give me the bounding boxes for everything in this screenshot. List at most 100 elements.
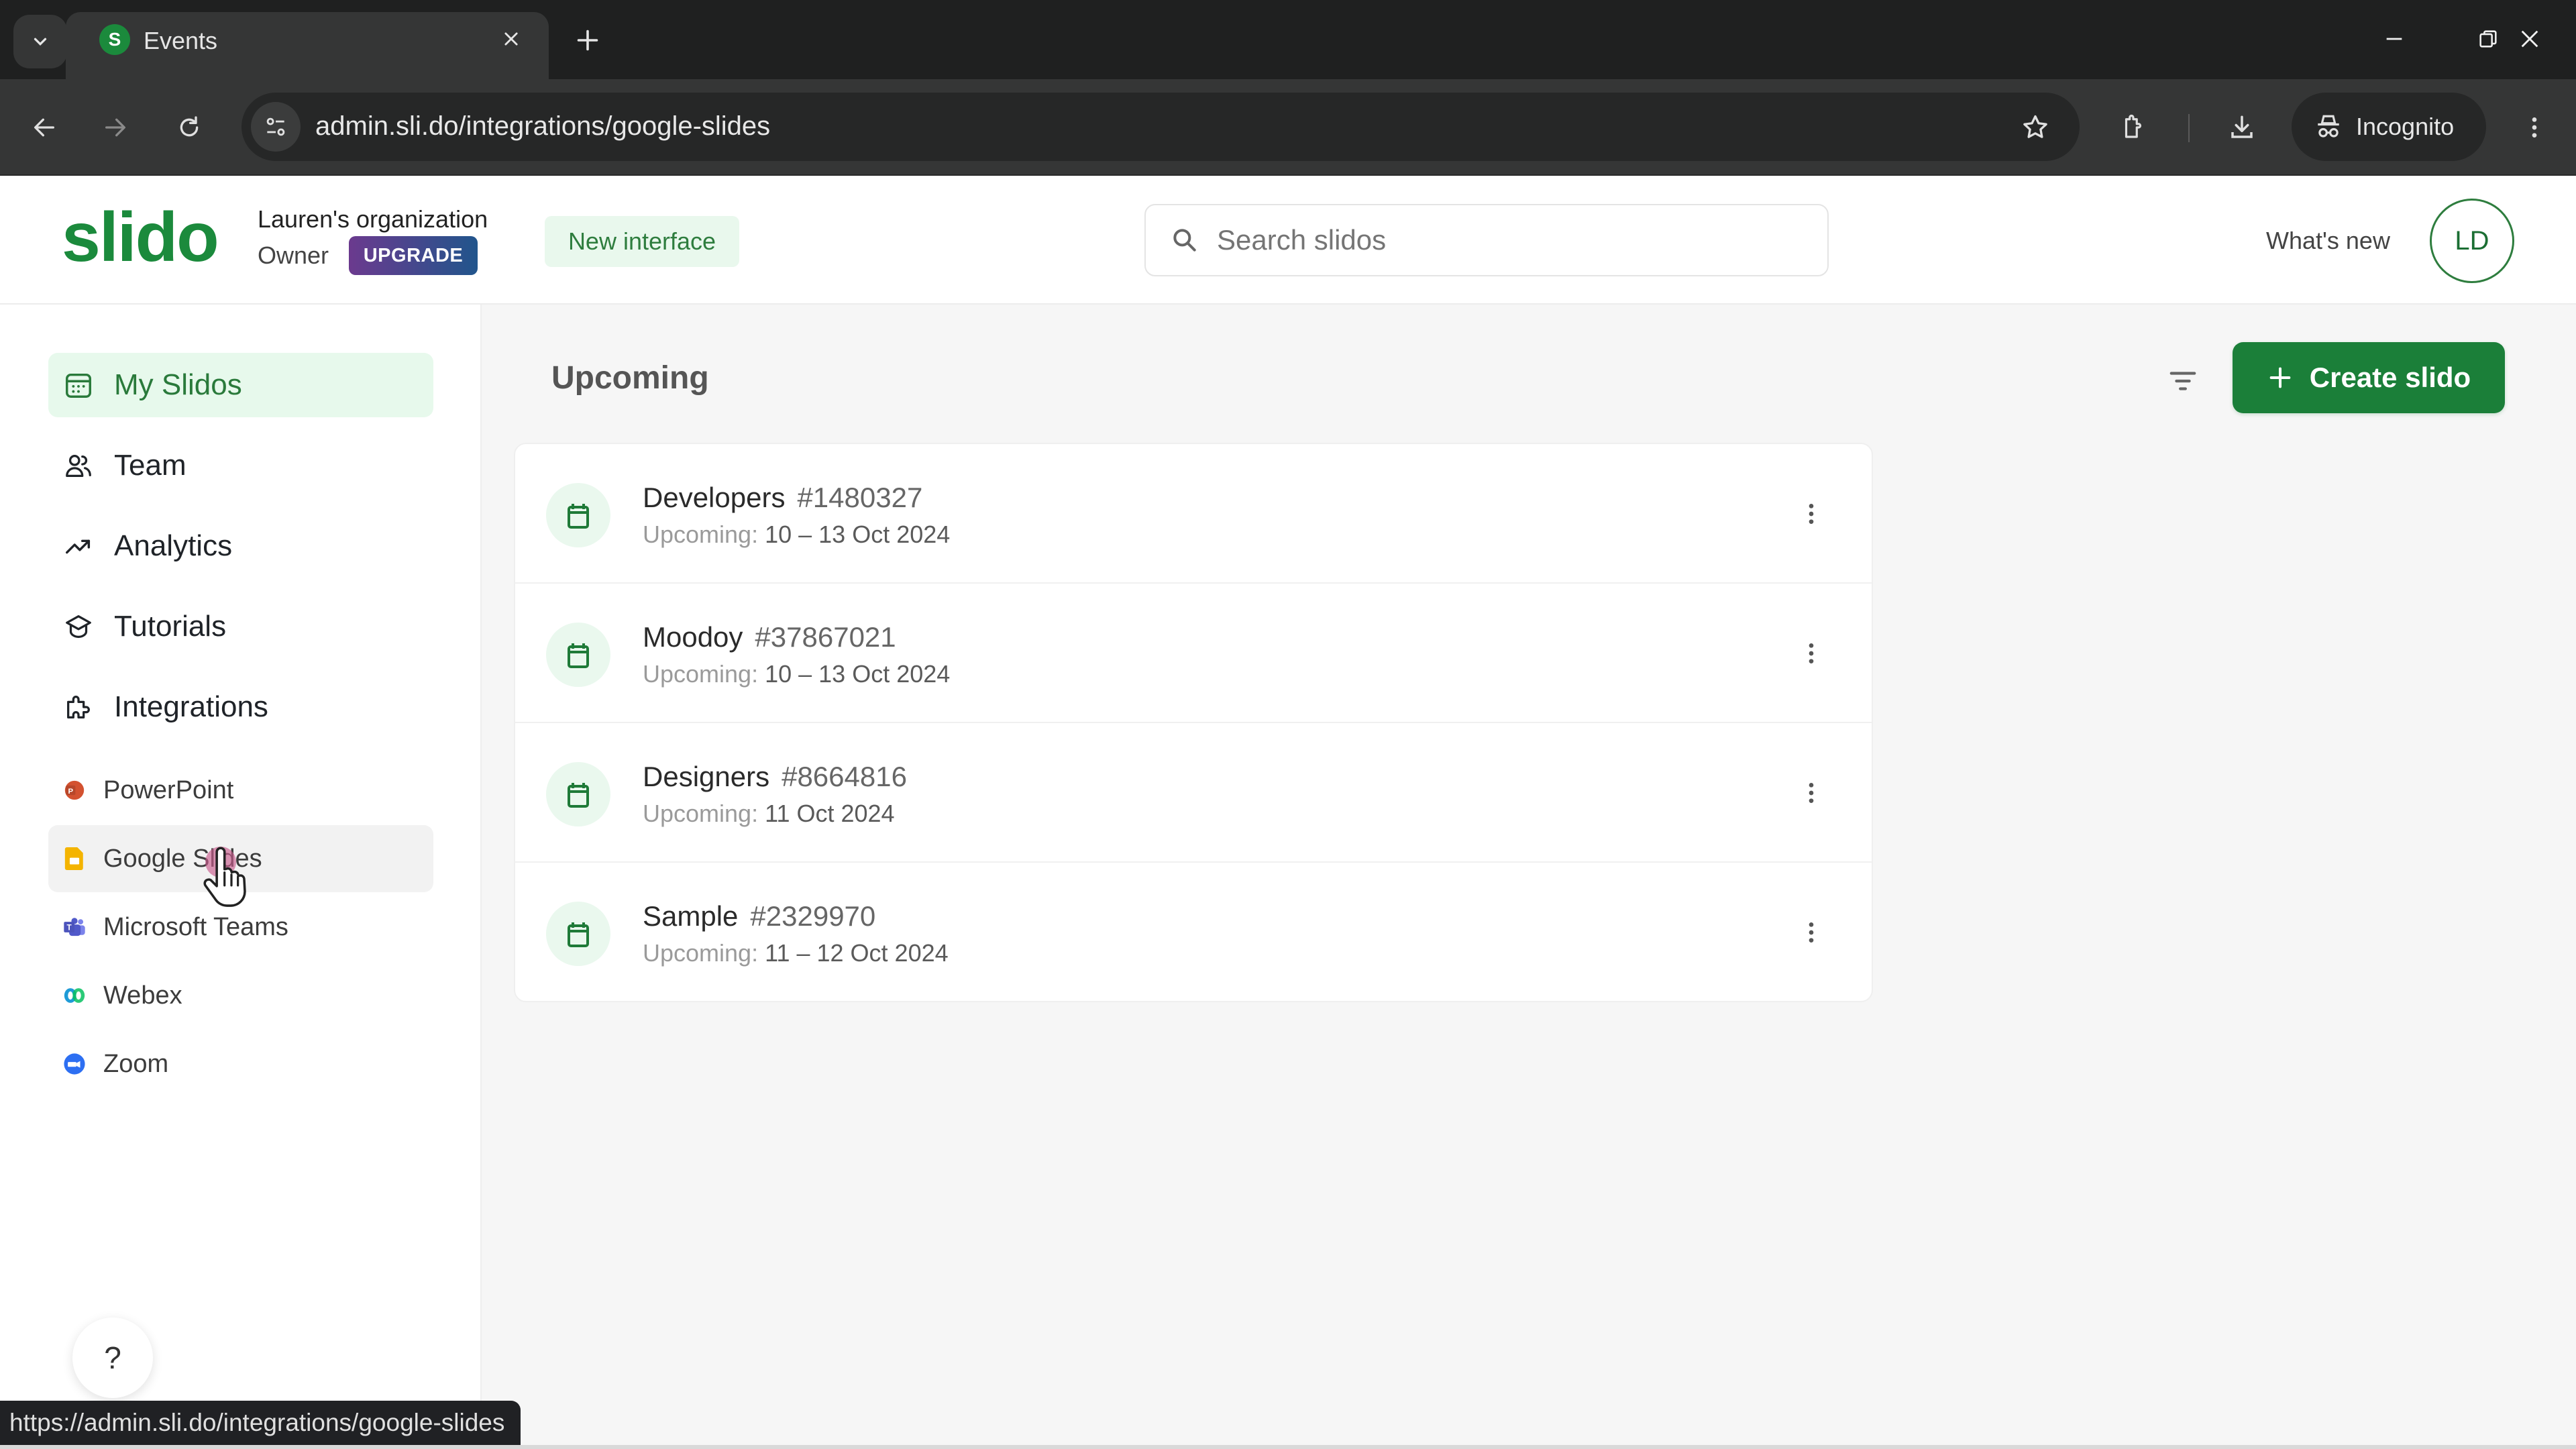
event-code: #37867021 — [755, 621, 896, 653]
more-vertical-icon — [1809, 783, 1814, 803]
event-status: Upcoming: — [643, 660, 759, 688]
calendar-icon — [546, 623, 610, 687]
search-field[interactable] — [1144, 204, 1829, 276]
event-name[interactable]: Developers — [643, 482, 785, 513]
event-menu-button[interactable] — [1791, 911, 1831, 954]
browser-toolbar: admin.sli.do/integrations/google-slides … — [0, 79, 2576, 176]
back-button[interactable] — [19, 102, 70, 153]
event-status: Upcoming: — [643, 939, 759, 967]
chevron-down-icon — [34, 38, 47, 46]
user-avatar[interactable]: LD — [2430, 199, 2514, 283]
create-slido-button[interactable]: Create slido — [2233, 342, 2505, 413]
event-status: Upcoming: — [643, 521, 759, 548]
sidebar-item-tutorials[interactable]: Tutorials — [48, 594, 433, 659]
upgrade-button[interactable]: UPGRADE — [349, 236, 478, 275]
integration-label: PowerPoint — [103, 775, 234, 804]
event-name[interactable]: Moodoy — [643, 621, 743, 653]
event-row[interactable]: Developers #1480327 Upcoming: 10 – 13 Oct… — [515, 444, 1872, 584]
extensions-button[interactable] — [2108, 102, 2159, 153]
event-row[interactable]: Sample #2329970 Upcoming: 11 – 12 Oct 202… — [515, 863, 1872, 1001]
search-input[interactable] — [1217, 224, 1794, 256]
tab-search-button[interactable] — [13, 15, 67, 68]
user-role: Owner — [258, 241, 329, 269]
incognito-indicator[interactable]: Incognito — [2292, 93, 2486, 161]
sidebar-item-my-slidos[interactable]: My Slidos — [48, 353, 433, 417]
sidebar-item-analytics[interactable]: Analytics — [48, 514, 433, 578]
integration-label: Webex — [103, 981, 182, 1010]
puzzle-extension-icon — [2125, 114, 2142, 138]
integration-item-webex[interactable]: Webex — [48, 962, 433, 1029]
tab-title: Events — [144, 27, 218, 54]
downloads-button[interactable] — [2216, 102, 2267, 153]
reload-button[interactable] — [164, 102, 215, 153]
event-menu-button[interactable] — [1791, 492, 1831, 535]
download-icon — [2231, 115, 2253, 138]
close-window-icon — [2521, 30, 2538, 48]
integration-item-microsoft-teams[interactable]: T Microsoft Teams — [48, 894, 433, 961]
address-bar[interactable]: admin.sli.do/integrations/google-slides — [241, 93, 2080, 161]
site-info-button[interactable] — [251, 102, 301, 152]
minimize-icon — [2386, 38, 2402, 40]
create-slido-label: Create slido — [2309, 362, 2471, 393]
more-vertical-icon — [1809, 922, 1814, 943]
browser-menu-button[interactable] — [2509, 102, 2560, 153]
calendar-icon — [546, 762, 610, 826]
sidebar-item-integrations[interactable]: Integrations — [48, 675, 433, 739]
incognito-label: Incognito — [2356, 113, 2455, 140]
sidebar-item-label: Tutorials — [114, 610, 227, 643]
event-row[interactable]: Moodoy #37867021 Upcoming: 10 – 13 Oct 20… — [515, 584, 1872, 723]
microsoft-teams-icon: T — [63, 916, 86, 938]
event-dates: 11 – 12 Oct 2024 — [765, 939, 949, 967]
window-bottom-edge — [0, 1445, 2576, 1449]
event-dates: 10 – 13 Oct 2024 — [765, 660, 951, 688]
integration-item-powerpoint[interactable]: P PowerPoint — [48, 757, 433, 824]
event-dates: 11 Oct 2024 — [765, 800, 895, 827]
graduation-cap-icon — [66, 615, 91, 638]
calendar-icon — [546, 483, 610, 547]
app-header: slido Lauren's organization Owner UPGRAD… — [0, 176, 2576, 305]
tab-close-button[interactable] — [496, 24, 526, 54]
click-indicator — [205, 847, 236, 877]
event-code: #2329970 — [750, 900, 876, 932]
trend-up-icon — [66, 539, 91, 554]
new-interface-badge[interactable]: New interface — [545, 216, 739, 267]
sidebar-item-label: My Slidos — [114, 368, 242, 401]
sidebar-item-team[interactable]: Team — [48, 433, 433, 498]
sidebar-item-label: Analytics — [114, 529, 233, 562]
webex-icon — [63, 984, 86, 1007]
browser-tab-strip: S Events — [0, 0, 2576, 79]
new-tab-button[interactable] — [569, 21, 606, 59]
event-menu-button[interactable] — [1791, 771, 1831, 814]
forward-button[interactable] — [90, 102, 141, 153]
help-icon: ? — [104, 1340, 121, 1375]
integration-label: Zoom — [103, 1049, 169, 1078]
close-window-button[interactable] — [2500, 15, 2560, 63]
tune-icon — [266, 117, 285, 136]
event-row[interactable]: Designers #8664816 Upcoming: 11 Oct 2024 — [515, 723, 1872, 863]
organization-name[interactable]: Lauren's organization — [258, 205, 488, 233]
sidebar: My Slidos Team Analytics Tutorials Integ… — [0, 305, 482, 1449]
sidebar-item-label: Integrations — [114, 690, 268, 723]
event-name[interactable]: Sample — [643, 900, 738, 932]
help-button[interactable]: ? — [72, 1318, 153, 1398]
link-preview-status-bar: https://admin.sli.do/integrations/google… — [0, 1401, 521, 1445]
url-text: admin.sli.do/integrations/google-slides — [315, 111, 771, 141]
minimize-button[interactable] — [2364, 15, 2424, 63]
bookmark-button[interactable] — [2015, 107, 2055, 148]
more-vertical-icon — [1809, 643, 1814, 663]
team-icon — [66, 454, 91, 477]
integration-label: Google Slides — [103, 844, 262, 873]
event-name[interactable]: Designers — [643, 761, 769, 792]
plus-icon — [2269, 367, 2291, 388]
filter-icon — [2169, 372, 2196, 390]
integration-item-zoom[interactable]: Zoom — [48, 1030, 433, 1097]
filter-button[interactable] — [2164, 362, 2202, 400]
whats-new-link[interactable]: What's new — [2266, 227, 2390, 255]
integration-item-google-slides[interactable]: Google Slides — [48, 825, 433, 892]
close-icon — [504, 32, 518, 46]
slido-logo[interactable]: slido — [62, 203, 219, 272]
star-icon — [2023, 115, 2047, 138]
browser-tab[interactable] — [66, 12, 549, 79]
event-menu-button[interactable] — [1791, 632, 1831, 675]
zoom-icon — [63, 1053, 86, 1075]
